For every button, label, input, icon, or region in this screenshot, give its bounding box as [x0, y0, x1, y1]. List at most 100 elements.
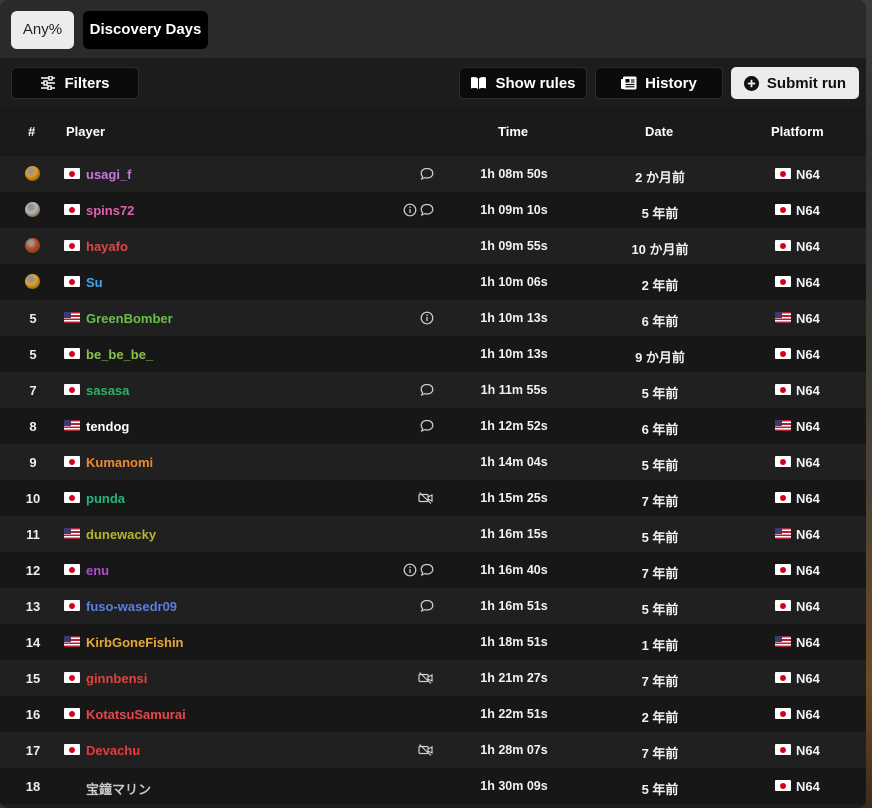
tab-discovery-days[interactable]: Discovery Days: [83, 11, 208, 49]
rank: 8: [29, 419, 37, 434]
table-row[interactable]: 16 KotatsuSamurai 1h 22m 51s 2 年前 N64: [0, 696, 866, 732]
no-video-icon[interactable]: [418, 743, 434, 757]
history-button[interactable]: History: [595, 67, 723, 99]
player-name-link[interactable]: be_be_be_: [86, 347, 153, 362]
japan-flag-icon: [64, 744, 80, 755]
info-icon[interactable]: [403, 203, 417, 217]
run-date: 5 年前: [641, 458, 679, 473]
player-name-link[interactable]: Su: [86, 275, 103, 290]
platform-name: N64: [796, 419, 820, 434]
run-time: 1h 30m 09s: [480, 779, 548, 793]
run-time: 1h 14m 04s: [480, 455, 548, 469]
no-video-icon[interactable]: [418, 671, 434, 685]
table-row[interactable]: hayafo 1h 09m 55s 10 か月前 N64: [0, 228, 866, 264]
show-rules-button[interactable]: Show rules: [459, 67, 587, 99]
time-column-header[interactable]: Time: [498, 124, 528, 139]
player-name-link[interactable]: dunewacky: [86, 527, 156, 542]
run-time: 1h 12m 52s: [480, 419, 548, 433]
info-icon[interactable]: [420, 311, 434, 325]
player-name-link[interactable]: sasasa: [86, 383, 129, 398]
rank-column-header: #: [28, 124, 36, 139]
table-row[interactable]: 7 sasasa 1h 11m 55s 5 年前 N64: [0, 372, 866, 408]
usa-flag-icon: [775, 312, 791, 323]
table-row[interactable]: 17 Devachu 1h 28m 07s 7 年前 N64: [0, 732, 866, 768]
player-name-link[interactable]: Devachu: [86, 743, 140, 758]
comment-icon[interactable]: [420, 203, 434, 217]
platform-name: N64: [796, 491, 820, 506]
tab-any-percent[interactable]: Any%: [11, 11, 74, 49]
player-name-link[interactable]: punda: [86, 491, 125, 506]
filters-button[interactable]: Filters: [11, 67, 139, 99]
run-annotations: [418, 743, 434, 757]
table-row[interactable]: 5 GreenBomber 1h 10m 13s 6 年前 N64: [0, 300, 866, 336]
table-row[interactable]: 13 fuso-wasedr09 1h 16m 51s 5 年前 N64: [0, 588, 866, 624]
comment-icon[interactable]: [420, 599, 434, 613]
run-date: 6 年前: [641, 314, 679, 329]
platform-name: N64: [796, 707, 820, 722]
table-row[interactable]: 8 tendog 1h 12m 52s 6 年前 N64: [0, 408, 866, 444]
player-name-link[interactable]: hayafo: [86, 239, 128, 254]
japan-flag-icon: [64, 276, 80, 287]
run-annotations: [420, 419, 434, 433]
toolbar: Filters Show rules History Submit run: [0, 58, 866, 108]
date-column-header[interactable]: Date: [645, 124, 673, 139]
no-video-icon[interactable]: [418, 491, 434, 505]
usa-flag-icon: [64, 312, 80, 323]
platform-name: N64: [796, 203, 820, 218]
table-row[interactable]: 11 dunewacky 1h 16m 15s 5 年前 N64: [0, 516, 866, 552]
table-row[interactable]: 12 enu 1h 16m 40s 7 年前 N64: [0, 552, 866, 588]
japan-flag-icon: [64, 672, 80, 683]
run-time: 1h 11m 55s: [480, 383, 548, 397]
run-date: 7 年前: [641, 746, 679, 761]
table-row[interactable]: 9 Kumanomi 1h 14m 04s 5 年前 N64: [0, 444, 866, 480]
usa-flag-icon: [775, 636, 791, 647]
comment-icon[interactable]: [420, 563, 434, 577]
player-name-link[interactable]: 宝鐘マリン: [86, 779, 151, 798]
japan-flag-icon: [775, 744, 791, 755]
comment-icon[interactable]: [420, 419, 434, 433]
submit-run-button[interactable]: Submit run: [731, 67, 859, 99]
rank: 14: [25, 635, 41, 650]
table-row[interactable]: 18 宝鐘マリン 1h 30m 09s 5 年前 N64: [0, 768, 866, 804]
run-date: 2 か月前: [635, 170, 685, 185]
player-name-link[interactable]: Kumanomi: [86, 455, 153, 470]
table-row[interactable]: 10 punda 1h 15m 25s 7 年前 N64: [0, 480, 866, 516]
run-time: 1h 21m 27s: [480, 671, 548, 685]
player-name-link[interactable]: tendog: [86, 419, 129, 434]
comment-icon[interactable]: [420, 167, 434, 181]
rank: 18: [25, 779, 41, 794]
japan-flag-icon: [775, 492, 791, 503]
player-name-link[interactable]: spins72: [86, 203, 134, 218]
run-time: 1h 16m 15s: [480, 527, 548, 541]
japan-flag-icon: [64, 168, 80, 179]
usa-flag-icon: [775, 528, 791, 539]
japan-flag-icon: [64, 708, 80, 719]
player-name-link[interactable]: KirbGoneFishin: [86, 635, 184, 650]
player-name-link[interactable]: KotatsuSamurai: [86, 707, 186, 722]
japan-flag-icon: [775, 348, 791, 359]
player-name-link[interactable]: enu: [86, 563, 109, 578]
player-name-link[interactable]: GreenBomber: [86, 311, 173, 326]
platform-column-header[interactable]: Platform: [771, 124, 824, 139]
run-annotations: [418, 491, 434, 505]
info-icon[interactable]: [403, 563, 417, 577]
table-row[interactable]: 15 ginnbensi 1h 21m 27s 7 年前 N64: [0, 660, 866, 696]
run-date: 6 年前: [641, 422, 679, 437]
run-time: 1h 10m 13s: [480, 347, 548, 361]
gold-trophy-icon: [25, 166, 40, 181]
table-row[interactable]: 5 be_be_be_ 1h 10m 13s 9 か月前 N64: [0, 336, 866, 372]
player-name-link[interactable]: ginnbensi: [86, 671, 147, 686]
comment-icon[interactable]: [420, 383, 434, 397]
platform-name: N64: [796, 347, 820, 362]
run-date: 1 年前: [641, 638, 679, 653]
table-row[interactable]: 14 KirbGoneFishin 1h 18m 51s 1 年前 N64: [0, 624, 866, 660]
table-row[interactable]: spins72 1h 09m 10s 5 年前 N64: [0, 192, 866, 228]
japan-flag-icon: [64, 384, 80, 395]
table-row[interactable]: usagi_f 1h 08m 50s 2 か月前 N64: [0, 156, 866, 192]
player-name-link[interactable]: usagi_f: [86, 167, 132, 182]
player-column-header[interactable]: Player: [66, 124, 105, 139]
player-name-link[interactable]: fuso-wasedr09: [86, 599, 177, 614]
japan-flag-icon: [775, 168, 791, 179]
run-annotations: [418, 671, 434, 685]
table-row[interactable]: Su 1h 10m 06s 2 年前 N64: [0, 264, 866, 300]
